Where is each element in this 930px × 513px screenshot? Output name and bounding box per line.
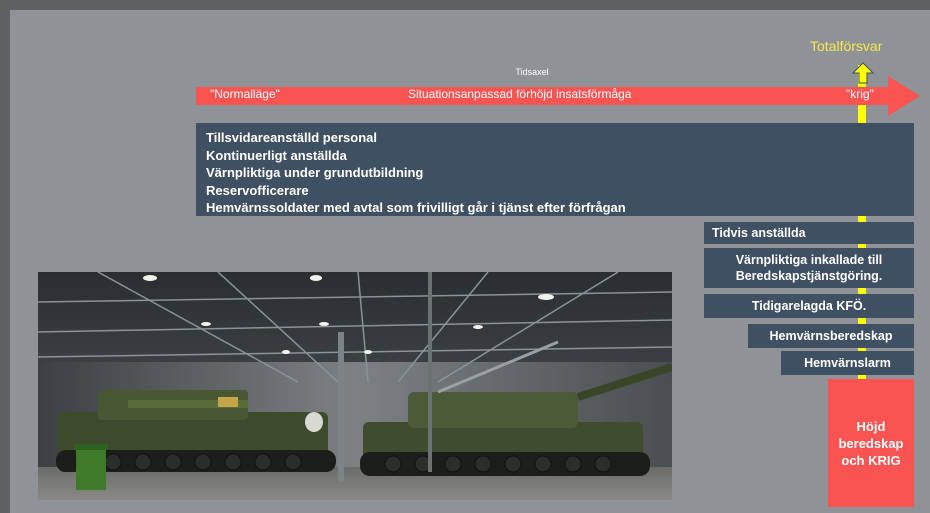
side-box-hemvarnsberedskap: Hemvärnsberedskap [748,324,914,348]
personnel-line: Kontinuerligt anställda [206,147,347,163]
timeline-middle-label: Situationsanpassad förhöjd insatsförmåga [408,87,632,101]
side-box-tidvis: Tidvis anställda [704,222,914,244]
red-box-line: och KRIG [841,452,901,468]
timeline-start-label: "Normalläge" [210,87,280,101]
tank-hangar-photo [38,272,672,500]
hojd-beredskap-box: Höjd beredskap och KRIG [828,379,914,507]
timeline-end-label: "krig" [846,87,874,101]
totalforsvar-label: Totalförsvar [810,38,883,54]
side-box-varnpliktiga: Värnpliktiga inkallade till Beredskapstj… [704,248,914,288]
personnel-line: Värnpliktiga under grundutbildning [206,165,424,180]
red-box-line: Höjd [856,418,886,434]
personnel-line: Reservofficerare [206,182,309,198]
personnel-box: Tillsvidareanställd personal Kontinuerli… [196,123,914,216]
slide: Totalförsvar Tidsaxel "Normalläge" Situa… [10,10,930,513]
personnel-line: Tillsvidareanställd personal [206,130,377,145]
side-box-kfo: Tidigarelagda KFÖ. [704,294,914,318]
red-box-line: beredskap [838,435,904,451]
personnel-line: Hemvärnssoldater med avtal som frivillig… [206,200,626,215]
side-box-hemvarnslarm: Hemvärnslarm [781,351,914,375]
